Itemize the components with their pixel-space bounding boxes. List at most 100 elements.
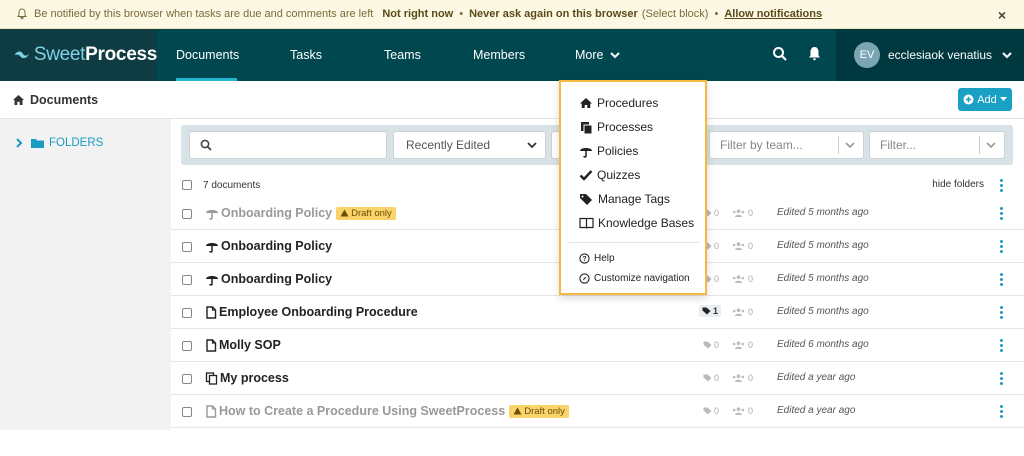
document-icon <box>206 305 217 319</box>
member-count[interactable]: 0 <box>732 373 753 383</box>
users-icon <box>732 275 745 283</box>
edited-timestamp: Edited 5 months ago <box>777 273 869 284</box>
plus-circle-icon <box>963 94 974 105</box>
table-row[interactable]: Employee Onboarding Procedure 1 0 Edited 5 … <box>171 296 1024 329</box>
row-checkbox[interactable] <box>182 275 192 285</box>
menu-item-customize-navigation[interactable]: Customize navigation <box>579 273 690 284</box>
tag-count[interactable]: 0 <box>703 406 719 416</box>
tag-count[interactable]: 0 <box>703 340 719 350</box>
nav-more[interactable]: More <box>575 29 620 81</box>
sort-select[interactable]: Recently Edited <box>393 131 546 159</box>
chevron-down-icon <box>845 142 855 149</box>
edited-timestamp: Edited 5 months ago <box>777 306 869 317</box>
search-input[interactable] <box>189 131 387 159</box>
compass-icon <box>579 273 590 284</box>
select-all-checkbox[interactable] <box>182 180 192 190</box>
member-count[interactable]: 0 <box>732 406 753 416</box>
more-dropdown-menu: Procedures Processes Policies Quizzes Ma… <box>559 80 707 295</box>
close-icon[interactable]: × <box>998 7 1006 23</box>
document-icon <box>206 404 217 418</box>
nav-documents[interactable]: Documents <box>176 29 239 81</box>
breadcrumb[interactable]: Documents <box>12 93 98 107</box>
menu-item-manage-tags[interactable]: Manage Tags <box>579 192 670 206</box>
copy-icon <box>205 371 218 385</box>
add-button-label: Add <box>977 93 997 106</box>
users-icon <box>732 374 745 382</box>
svg-text:?: ? <box>582 256 586 263</box>
row-checkbox[interactable] <box>182 242 192 252</box>
member-count[interactable]: 0 <box>732 307 753 317</box>
row-options-icon[interactable] <box>1000 240 1004 255</box>
row-options-icon[interactable] <box>1000 306 1004 321</box>
row-checkbox[interactable] <box>182 374 192 384</box>
not-now-link[interactable]: Not right now <box>382 8 453 20</box>
notifications-bell-icon[interactable] <box>807 46 822 62</box>
member-count[interactable]: 0 <box>732 274 753 284</box>
umbrella-icon <box>580 147 592 158</box>
list-options-icon[interactable] <box>1000 179 1004 194</box>
member-count[interactable]: 0 <box>732 208 753 218</box>
tag-icon <box>703 374 712 382</box>
document-title: Molly SOP <box>219 338 281 352</box>
menu-item-quizzes[interactable]: Quizzes <box>579 168 640 182</box>
users-icon <box>732 242 745 250</box>
row-options-icon[interactable] <box>1000 207 1004 222</box>
folders-toggle[interactable]: FOLDERS <box>15 137 103 149</box>
table-row[interactable]: My process 0 0 Edited a year ago <box>171 362 1024 395</box>
menu-item-knowledge-bases[interactable]: Knowledge Bases <box>579 216 694 230</box>
document-title-link[interactable]: Onboarding Policy Draft only <box>205 206 396 220</box>
logo[interactable]: Sweet Process <box>0 29 157 81</box>
member-count[interactable]: 0 <box>732 340 753 350</box>
top-navigation: Sweet Process Documents Tasks Teams Membe… <box>0 29 1024 81</box>
sidebar: FOLDERS <box>0 119 171 430</box>
search-icon <box>200 139 212 151</box>
menu-item-procedures[interactable]: Procedures <box>579 96 658 110</box>
never-ask-link[interactable]: Never ask again on this browser <box>469 8 638 20</box>
nav-members[interactable]: Members <box>473 29 525 81</box>
nav-tasks[interactable]: Tasks <box>290 29 322 81</box>
menu-item-policies[interactable]: Policies <box>579 144 638 158</box>
tag-count[interactable]: 1 <box>699 305 722 317</box>
document-title-link[interactable]: Onboarding Policy <box>205 272 332 286</box>
sweetprocess-logo-icon <box>14 51 30 59</box>
document-title-link[interactable]: Onboarding Policy <box>205 239 332 253</box>
row-options-icon[interactable] <box>1000 405 1004 420</box>
menu-item-processes[interactable]: Processes <box>579 120 653 134</box>
search-icon[interactable] <box>772 46 788 62</box>
folder-icon <box>31 139 44 148</box>
document-title: My process <box>220 371 289 385</box>
add-button[interactable]: Add <box>958 88 1012 111</box>
hide-folders-link[interactable]: hide folders <box>932 179 984 190</box>
row-checkbox[interactable] <box>182 308 192 318</box>
breadcrumb-label: Documents <box>30 93 99 107</box>
select-block-text: (Select block) <box>641 8 709 20</box>
book-open-icon <box>579 217 594 229</box>
bell-icon <box>17 8 27 20</box>
row-options-icon[interactable] <box>1000 273 1004 288</box>
row-options-icon[interactable] <box>1000 339 1004 354</box>
document-title-link[interactable]: Molly SOP <box>205 338 281 352</box>
user-menu[interactable]: EV ecclesiaok venatius <box>836 29 1024 81</box>
caret-down-icon <box>999 97 1007 101</box>
row-checkbox[interactable] <box>182 209 192 219</box>
warning-icon <box>513 407 522 415</box>
table-row[interactable]: How to Create a Procedure Using SweetPro… <box>171 395 1024 428</box>
row-checkbox[interactable] <box>182 407 192 417</box>
check-icon <box>579 170 593 181</box>
row-options-icon[interactable] <box>1000 372 1004 387</box>
tag-count[interactable]: 0 <box>703 373 719 383</box>
draft-badge: Draft only <box>509 404 569 418</box>
document-title-link[interactable]: My process <box>205 371 289 385</box>
document-title-link[interactable]: Employee Onboarding Procedure <box>205 305 418 319</box>
nav-teams[interactable]: Teams <box>384 29 421 81</box>
filter-select[interactable]: Filter... <box>869 131 1005 159</box>
document-title-link[interactable]: How to Create a Procedure Using SweetPro… <box>205 404 569 418</box>
document-title: Onboarding Policy <box>221 206 333 220</box>
table-row[interactable]: Molly SOP 0 0 Edited 6 months ago <box>171 329 1024 362</box>
filter-by-team-select[interactable]: Filter by team... <box>709 131 864 159</box>
allow-notifications-link[interactable]: Allow notifications <box>724 8 822 20</box>
menu-item-help[interactable]: ? Help <box>579 253 615 264</box>
home-icon <box>13 95 24 105</box>
row-checkbox[interactable] <box>182 341 192 351</box>
member-count[interactable]: 0 <box>732 241 753 251</box>
